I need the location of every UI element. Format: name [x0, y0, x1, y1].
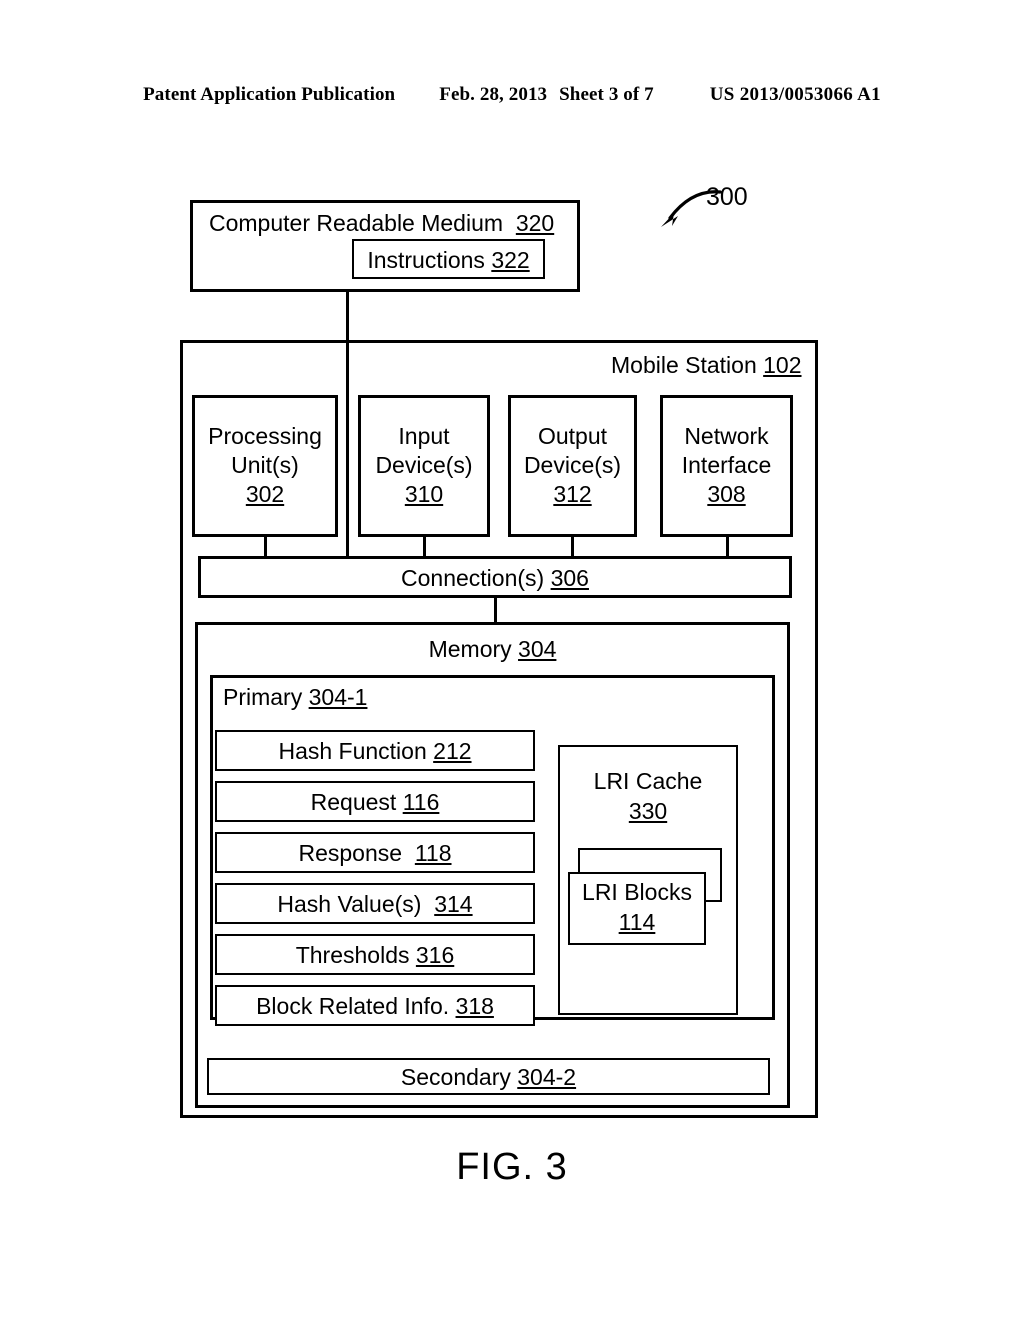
response-label: Response — [298, 840, 403, 866]
instructions-box: Instructions 322 — [352, 239, 545, 279]
input-device-line2: Device(s) — [375, 452, 473, 478]
hash-function-ref: 212 — [433, 738, 472, 764]
input-device-ref: 310 — [404, 481, 444, 507]
lri-blocks-front-sheet: LRI Blocks 114 — [568, 872, 706, 945]
crm-title-label: Computer Readable Medium — [209, 210, 504, 236]
primary-item-block-related-info: Block Related Info. 318 — [215, 985, 535, 1026]
request-ref: 116 — [402, 789, 440, 815]
header-sheet-label: Sheet 3 of 7 — [559, 84, 654, 105]
device-box-network-interface: Network Interface 308 — [660, 395, 793, 537]
network-interface-ref: 308 — [707, 481, 746, 507]
secondary-ref-label: 304-2 — [517, 1064, 577, 1090]
mobile-station-title-row: Mobile Station 102 — [611, 352, 802, 379]
processing-unit-line2: Unit(s) — [231, 452, 299, 478]
input-device-line1: Input — [398, 423, 450, 449]
computer-readable-medium-box: Computer Readable Medium 320 Instruction… — [190, 200, 580, 292]
memory-ref-label: 304 — [518, 636, 557, 662]
secondary-label: Secondary — [400, 1064, 511, 1090]
device-box-processing-unit: Processing Unit(s) 302 — [192, 395, 338, 537]
connections-bus-box: Connection(s) 306 — [198, 556, 792, 598]
output-device-line2: Device(s) — [523, 452, 622, 478]
lri-cache-ref: 330 — [628, 798, 668, 824]
header-publication-label: Patent Application Publication — [143, 84, 396, 105]
primary-item-response: Response 118 — [215, 832, 535, 873]
primary-title-row: Primary 304-1 — [223, 684, 368, 711]
request-label: Request — [310, 789, 397, 815]
thresholds-row: Thresholds 316 — [217, 942, 533, 969]
patent-figure-page: Patent Application Publication Feb. 28, … — [0, 0, 1024, 1320]
device-box-input-device: Input Device(s) 310 — [358, 395, 490, 537]
processing-unit-ref: 302 — [245, 481, 285, 507]
block-related-info-ref: 318 — [455, 993, 494, 1019]
hash-values-ref: 314 — [434, 891, 473, 917]
connector-input-device-to-bus — [423, 537, 426, 557]
secondary-row: Secondary 304-2 — [209, 1064, 768, 1091]
primary-label: Primary — [223, 684, 303, 710]
callout-300-label: 300 — [706, 183, 748, 211]
secondary-memory-box: Secondary 304-2 — [207, 1058, 770, 1095]
request-row: Request 116 — [217, 789, 533, 816]
output-device-ref: 312 — [553, 481, 592, 507]
thresholds-ref: 316 — [415, 942, 455, 968]
thresholds-label: Thresholds — [295, 942, 410, 968]
mobile-station-ref-label: 102 — [763, 352, 802, 378]
connections-label: Connection(s) — [401, 565, 545, 591]
primary-item-request: Request 116 — [215, 781, 535, 822]
response-row: Response 118 — [217, 840, 533, 867]
primary-item-hash-values: Hash Value(s) 314 — [215, 883, 535, 924]
instructions-row: Instructions 322 — [354, 247, 543, 274]
connector-crm-to-bus — [346, 292, 349, 557]
processing-unit-line1: Processing — [208, 423, 322, 449]
primary-item-thresholds: Thresholds 316 — [215, 934, 535, 975]
connector-output-device-to-bus — [571, 537, 574, 557]
memory-label: Memory — [428, 636, 512, 662]
hash-function-row: Hash Function 212 — [217, 738, 533, 765]
publication-header: Patent Application Publication Feb. 28, … — [0, 84, 1024, 114]
primary-ref-label: 304-1 — [308, 684, 368, 710]
output-device-line1: Output — [537, 423, 608, 449]
header-patent-number: US 2013/0053066 A1 — [709, 84, 881, 105]
device-box-output-device: Output Device(s) 312 — [508, 395, 637, 537]
mobile-station-title-label: Mobile Station — [611, 352, 757, 378]
block-related-info-label: Block Related Info. — [256, 993, 450, 1019]
connections-row: Connection(s) 306 — [201, 565, 789, 592]
primary-item-hash-function: Hash Function 212 — [215, 730, 535, 771]
lri-cache-label: LRI Cache — [593, 768, 703, 794]
instructions-label: Instructions — [367, 247, 485, 273]
instructions-ref-label: 322 — [491, 247, 530, 273]
network-interface-line2: Interface — [681, 452, 772, 478]
block-related-info-row: Block Related Info. 318 — [217, 993, 533, 1020]
connector-processing-unit-to-bus — [264, 537, 267, 557]
memory-title-row: Memory 304 — [198, 636, 787, 663]
hash-values-row: Hash Value(s) 314 — [217, 891, 533, 918]
connector-bus-to-memory — [494, 598, 497, 624]
hash-values-label: Hash Value(s) — [277, 891, 422, 917]
lri-blocks-ref: 114 — [618, 909, 656, 935]
network-interface-line1: Network — [684, 423, 769, 449]
header-date-label: Feb. 28, 2013 — [439, 84, 548, 105]
lri-blocks-label: LRI Blocks — [582, 879, 692, 905]
connections-ref-label: 306 — [550, 565, 589, 591]
crm-ref-label: 320 — [515, 210, 555, 236]
connector-network-interface-to-bus — [726, 537, 729, 557]
hash-function-label: Hash Function — [278, 738, 427, 764]
crm-title-row: Computer Readable Medium 320 — [209, 210, 555, 237]
figure-caption: FIG. 3 — [456, 1146, 568, 1188]
response-ref: 118 — [414, 840, 452, 866]
